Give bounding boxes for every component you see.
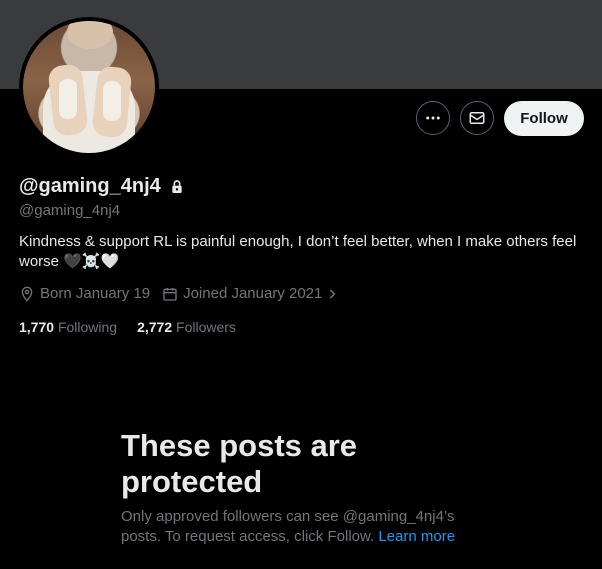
follow-button[interactable]: Follow <box>504 101 584 136</box>
handle: @gaming_4nj4 <box>19 202 121 219</box>
followers-link[interactable]: 2,772 Followers <box>137 319 236 335</box>
more-button[interactable] <box>416 101 450 135</box>
more-icon <box>426 116 440 120</box>
learn-more-link[interactable]: Learn more <box>378 528 455 545</box>
birthday-item: Born January 19 <box>19 285 150 302</box>
lock-icon <box>169 179 185 195</box>
message-button[interactable] <box>460 101 494 135</box>
protected-message: Only approved followers can see @gaming_… <box>121 507 481 547</box>
followers-label: Followers <box>176 319 236 335</box>
display-name: @gaming_4nj4 <box>19 175 161 197</box>
following-label: Following <box>57 319 118 335</box>
avatar-image[interactable] <box>23 21 155 153</box>
profile-meta: Born January 19 Joined January 2021 <box>19 285 356 302</box>
display-name-row: @gaming_4nj4 <box>19 175 185 198</box>
follow-stats: 1,770 Following 2,772 Followers <box>19 319 256 335</box>
protected-title: These posts are protected <box>121 428 358 499</box>
envelope-icon <box>469 112 485 124</box>
location-pin-icon <box>21 286 33 302</box>
avatar[interactable] <box>19 17 159 157</box>
bio: Kindness & support RL is painful enough,… <box>19 233 577 270</box>
joined-text: Joined January 2021 <box>183 285 323 302</box>
followers-count: 2,772 <box>137 319 173 335</box>
calendar-icon <box>163 287 177 301</box>
birthday-text: Born January 19 <box>40 285 151 302</box>
joined-item[interactable]: Joined January 2021 <box>162 285 344 302</box>
chevron-right-icon <box>330 288 336 299</box>
following-link[interactable]: 1,770 Following <box>19 319 117 335</box>
following-count: 1,770 <box>19 319 55 335</box>
